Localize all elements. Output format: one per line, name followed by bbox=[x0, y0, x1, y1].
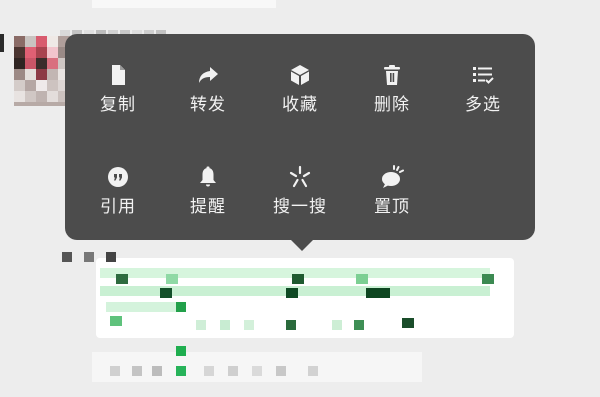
quote-icon bbox=[105, 164, 131, 190]
context-menu-grid: 复制 转发 收藏 删除 多选 引用 提醒 搜一搜 置顶 bbox=[65, 34, 535, 240]
obscured-message-bubble[interactable] bbox=[62, 252, 514, 338]
avatar[interactable] bbox=[14, 36, 70, 106]
menu-label-remind: 提醒 bbox=[190, 197, 226, 217]
menu-item-quote[interactable]: 引用 bbox=[73, 160, 163, 230]
document-icon bbox=[105, 62, 131, 88]
menu-label-quote: 引用 bbox=[100, 197, 136, 217]
menu-label-search: 搜一搜 bbox=[273, 197, 327, 217]
message-context-menu: 复制 转发 收藏 删除 多选 引用 提醒 搜一搜 置顶 bbox=[65, 34, 535, 251]
obscured-message-bubble-2[interactable] bbox=[92, 346, 422, 382]
menu-item-pin[interactable]: 置顶 bbox=[347, 160, 437, 230]
obscured-message-strip bbox=[92, 0, 276, 8]
menu-item-copy[interactable]: 复制 bbox=[73, 58, 163, 128]
divider-mark bbox=[0, 34, 4, 52]
menu-label-multiselect: 多选 bbox=[465, 95, 501, 115]
menu-item-favorite[interactable]: 收藏 bbox=[255, 58, 345, 128]
sparkle-search-icon bbox=[287, 164, 313, 190]
menu-label-delete: 删除 bbox=[374, 95, 410, 115]
cube-icon bbox=[287, 62, 313, 88]
bell-icon bbox=[195, 164, 221, 190]
menu-item-search[interactable]: 搜一搜 bbox=[255, 160, 345, 230]
menu-label-pin: 置顶 bbox=[374, 197, 410, 217]
menu-label-copy: 复制 bbox=[100, 95, 136, 115]
menu-label-favorite: 收藏 bbox=[282, 95, 318, 115]
forward-arrow-icon bbox=[195, 62, 221, 88]
menu-item-forward[interactable]: 转发 bbox=[163, 58, 253, 128]
menu-item-remind[interactable]: 提醒 bbox=[163, 160, 253, 230]
multi-select-icon bbox=[470, 62, 496, 88]
menu-item-multiselect[interactable]: 多选 bbox=[438, 58, 528, 128]
menu-label-forward: 转发 bbox=[190, 95, 226, 115]
pin-top-icon bbox=[379, 164, 405, 190]
menu-item-delete[interactable]: 删除 bbox=[347, 58, 437, 128]
trash-icon bbox=[379, 62, 405, 88]
